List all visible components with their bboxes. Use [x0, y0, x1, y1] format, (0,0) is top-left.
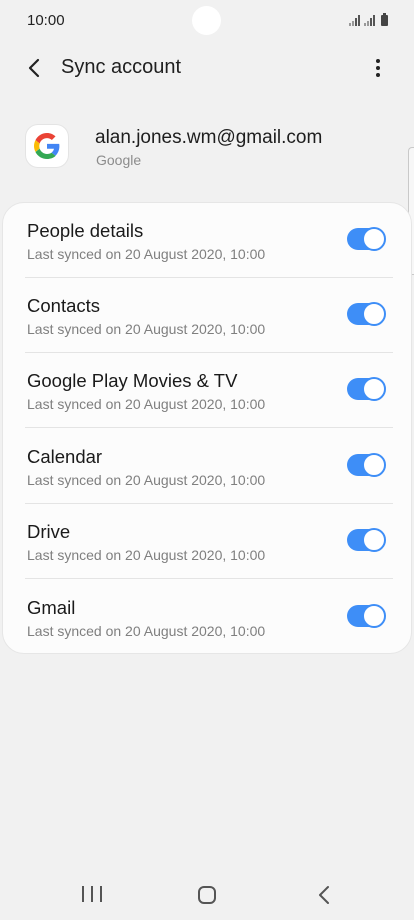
- sync-item-title: Drive: [27, 521, 71, 542]
- sync-item-title: Calendar: [27, 446, 103, 467]
- home-icon[interactable]: [198, 886, 216, 904]
- sync-toggle-people-details[interactable]: [347, 227, 386, 251]
- status-time: 10:00: [27, 12, 65, 29]
- sync-item-subtitle: Last synced on 20 August 2020, 10:00: [27, 396, 266, 412]
- sync-item-people-details[interactable]: People details Last synced on 20 August …: [3, 203, 413, 278]
- google-logo-icon: [26, 125, 68, 167]
- sync-toggle-calendar[interactable]: [347, 453, 386, 477]
- signal-icon: [349, 15, 360, 26]
- sync-toggle-google-play-movies[interactable]: [347, 377, 386, 401]
- sync-item-subtitle: Last synced on 20 August 2020, 10:00: [27, 246, 266, 262]
- camera-cutout: [192, 6, 221, 35]
- app-bar: Sync account: [0, 46, 414, 90]
- divider: [25, 427, 393, 428]
- status-icons: [349, 13, 388, 26]
- more-options-button[interactable]: [362, 52, 394, 84]
- sync-item-google-play-movies[interactable]: Google Play Movies & TV Last synced on 2…: [3, 353, 413, 428]
- sync-item-title: People details: [27, 220, 144, 241]
- sync-item-subtitle: Last synced on 20 August 2020, 10:00: [27, 321, 266, 337]
- back-button[interactable]: [18, 52, 50, 84]
- sync-item-drive[interactable]: Drive Last synced on 20 August 2020, 10:…: [3, 504, 413, 579]
- sync-item-subtitle: Last synced on 20 August 2020, 10:00: [27, 623, 266, 639]
- toggle-thumb: [362, 528, 386, 552]
- navigation-bar: [0, 872, 414, 920]
- sync-item-subtitle: Last synced on 20 August 2020, 10:00: [27, 547, 266, 563]
- status-bar: 10:00: [0, 0, 414, 42]
- account-header: alan.jones.wm@gmail.com Google: [0, 118, 414, 182]
- sync-item-contacts[interactable]: Contacts Last synced on 20 August 2020, …: [3, 278, 413, 353]
- toggle-thumb: [362, 604, 386, 628]
- sync-item-calendar[interactable]: Calendar Last synced on 20 August 2020, …: [3, 429, 413, 504]
- account-email: alan.jones.wm@gmail.com: [95, 127, 323, 148]
- sync-item-title: Google Play Movies & TV: [27, 370, 238, 391]
- account-type: Google: [96, 152, 142, 168]
- toggle-thumb: [362, 377, 386, 401]
- back-icon[interactable]: [314, 884, 334, 906]
- battery-icon: [381, 13, 388, 26]
- page-title: Sync account: [61, 56, 182, 78]
- sync-item-gmail[interactable]: Gmail Last synced on 20 August 2020, 10:…: [3, 580, 413, 655]
- signal-icon: [364, 15, 375, 26]
- toggle-thumb: [362, 227, 386, 251]
- toggle-thumb: [362, 302, 386, 326]
- sync-toggle-drive[interactable]: [347, 528, 386, 552]
- sync-toggle-gmail[interactable]: [347, 604, 386, 628]
- more-vertical-icon: [376, 59, 380, 63]
- sync-toggle-contacts[interactable]: [347, 302, 386, 326]
- toggle-thumb: [362, 453, 386, 477]
- sync-item-subtitle: Last synced on 20 August 2020, 10:00: [27, 472, 266, 488]
- sync-item-title: Contacts: [27, 295, 101, 316]
- sync-item-title: Gmail: [27, 597, 76, 618]
- chevron-left-icon: [28, 58, 40, 78]
- divider: [25, 578, 393, 579]
- sync-list: People details Last synced on 20 August …: [2, 202, 412, 654]
- recent-apps-icon[interactable]: [82, 886, 102, 904]
